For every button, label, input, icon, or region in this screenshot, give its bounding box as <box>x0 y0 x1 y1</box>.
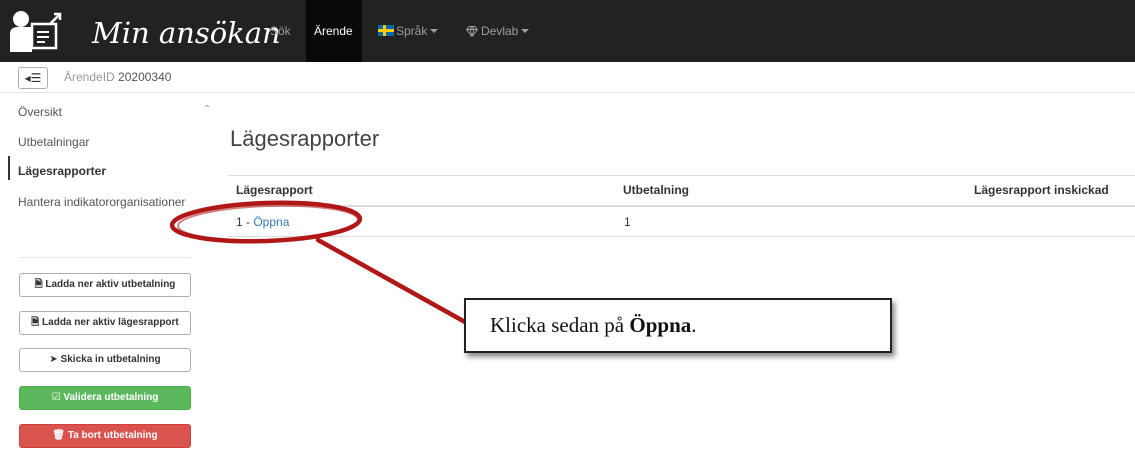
table-header-border <box>228 205 1135 207</box>
download-active-report-button[interactable]: 🗎 Ladda ner aktiv lägesrapport <box>19 311 191 335</box>
callout-text-before: Klicka sedan på <box>490 313 630 337</box>
file-pdf-icon: 🗎 <box>34 279 43 290</box>
sidebar-divider <box>18 257 191 258</box>
check-square-icon: ☑ <box>51 392 61 403</box>
user-form-icon <box>10 11 62 52</box>
sidebar-toggle-button[interactable]: ◂☰ <box>18 67 48 89</box>
swedish-flag-icon <box>378 25 394 36</box>
table-bottom-border <box>228 236 1135 237</box>
delete-payment-label: Ta bort utbetalning <box>67 430 158 441</box>
report-number: 1 - <box>236 215 254 229</box>
column-header-inskickad: Lägesrapport inskickad <box>974 183 1109 197</box>
sidebar-item-oversikt[interactable]: Översikt <box>18 104 62 120</box>
caret-down-icon <box>521 29 530 33</box>
case-id-label: ÄrendeID <box>64 70 115 84</box>
delete-payment-button[interactable]: 🗑 Ta bort utbetalning <box>19 424 191 448</box>
pointer-line <box>315 237 477 330</box>
diamond-icon <box>466 26 478 37</box>
brand-title[interactable]: Min ansökan <box>92 16 281 50</box>
table-top-border <box>228 175 1135 176</box>
open-report-link[interactable]: Öppna <box>253 215 289 229</box>
trash-icon: 🗑 <box>52 430 66 441</box>
case-id: ÄrendeID 20200340 <box>64 70 171 84</box>
validate-payment-label: Validera utbetalning <box>63 392 159 403</box>
download-active-payment-button[interactable]: 🗎 Ladda ner aktiv utbetalning <box>19 273 191 297</box>
sidebar-item-hantera-indikatororganisationer[interactable]: Hantera indikatororganisationer <box>18 194 190 210</box>
nav-sprak-label: Språk <box>396 24 428 38</box>
send-icon: ➤ <box>49 354 58 365</box>
top-navbar: Min ansökan Sök Ärende Språk Devlab <box>0 0 1135 62</box>
download-active-report-label: Ladda ner aktiv lägesrapport <box>42 317 179 328</box>
download-active-payment-label: Ladda ner aktiv utbetalning <box>45 279 176 290</box>
table-cell-utbetalning: 1 <box>624 215 631 229</box>
nav-devlab-label: Devlab <box>481 24 519 38</box>
callout-text-after: . <box>691 313 697 337</box>
table-cell-lagesrapport: 1 - Öppna <box>236 215 289 229</box>
submit-payment-button[interactable]: ➤ Skicka in utbetalning <box>19 348 191 372</box>
scroll-up-icon[interactable]: ⌃ <box>203 104 211 115</box>
nav-arende[interactable]: Ärende <box>306 0 362 62</box>
file-pdf-icon: 🗎 <box>31 317 40 328</box>
submit-payment-label: Skicka in utbetalning <box>60 354 161 365</box>
column-header-utbetalning: Utbetalning <box>623 183 689 197</box>
validate-payment-button[interactable]: ☑ Validera utbetalning <box>19 386 191 410</box>
sidebar-item-utbetalningar[interactable]: Utbetalningar <box>18 134 89 150</box>
active-indicator <box>8 156 10 180</box>
caret-down-icon <box>430 29 439 33</box>
nav-devlab-dropdown[interactable]: Devlab <box>458 0 537 62</box>
sidebar-item-lagesrapporter[interactable]: Lägesrapporter <box>18 163 106 179</box>
instruction-callout: Klicka sedan på Öppna. <box>464 298 892 353</box>
case-id-value: 20200340 <box>118 70 172 84</box>
nav-sprak-dropdown[interactable]: Språk <box>370 0 446 62</box>
column-header-lagesrapport: Lägesrapport <box>236 183 313 197</box>
nav-sok[interactable]: Sök <box>262 0 299 62</box>
callout-text-bold: Öppna <box>629 313 692 337</box>
page-title: Lägesrapporter <box>230 126 380 151</box>
case-subheader: ◂☰ ÄrendeID 20200340 <box>0 62 1135 93</box>
